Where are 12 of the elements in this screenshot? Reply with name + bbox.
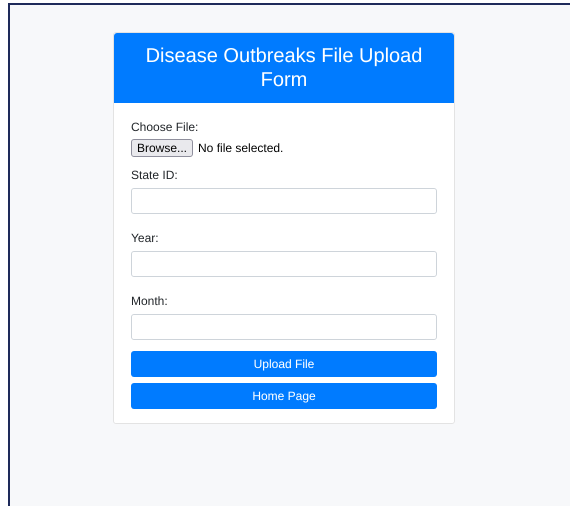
field-label: Choose File: [131,119,198,135]
action-button[interactable]: Upload File [131,351,437,377]
field-label: Year: [131,230,159,246]
text-input[interactable] [131,314,437,340]
form-title: Disease Outbreaks File Upload Form [144,44,424,92]
field-label: State ID: [131,167,178,183]
text-input[interactable] [131,251,437,277]
action-button[interactable]: Home Page [131,383,437,409]
file-status: No file selected. [198,140,284,157]
field-label: Month: [131,293,168,309]
browse-button[interactable]: Browse... [131,139,194,157]
text-input[interactable] [131,188,437,214]
